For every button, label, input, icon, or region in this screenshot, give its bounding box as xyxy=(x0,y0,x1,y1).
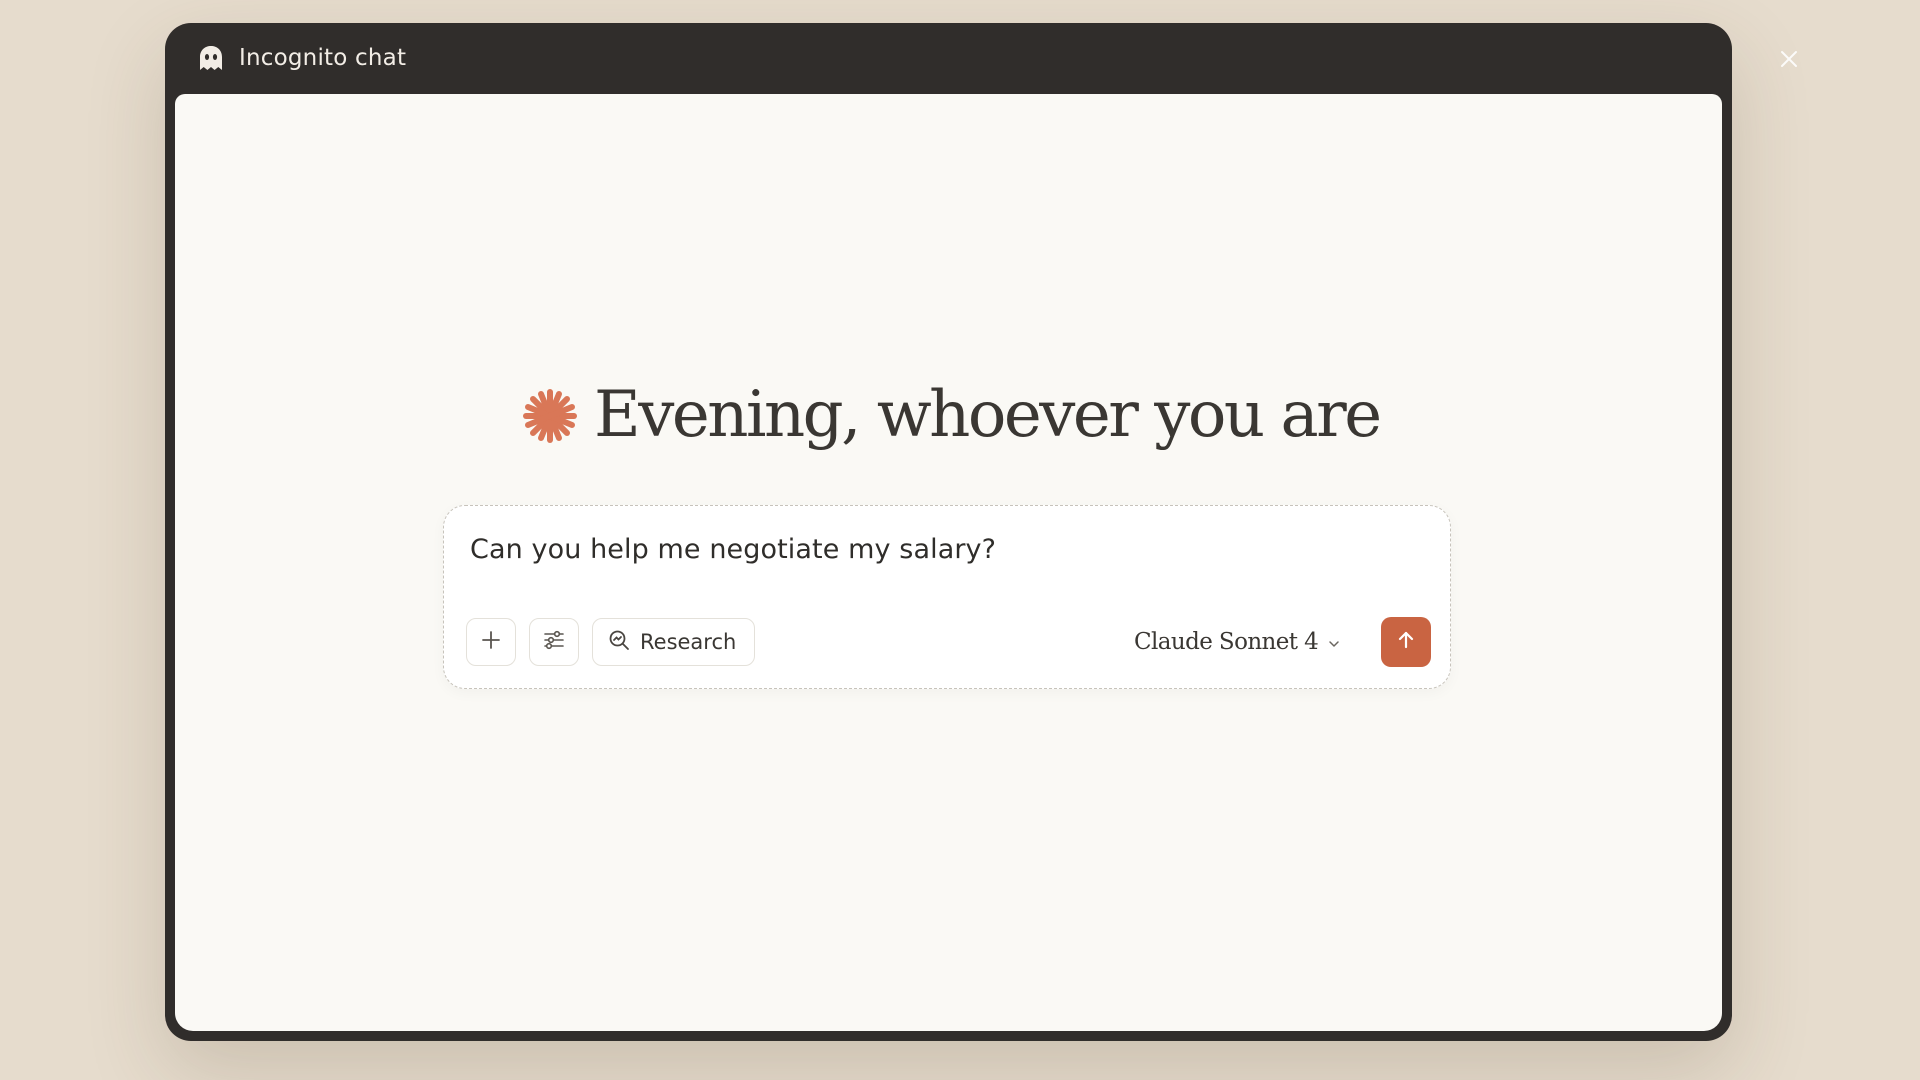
model-label: Claude Sonnet 4 xyxy=(1134,629,1319,655)
search-icon xyxy=(607,628,631,656)
add-button[interactable] xyxy=(466,618,516,666)
plus-icon xyxy=(480,629,502,655)
send-button[interactable] xyxy=(1381,617,1431,667)
message-input[interactable]: Can you help me negotiate my salary? xyxy=(470,534,996,565)
research-button[interactable]: Research xyxy=(592,618,755,666)
model-selector[interactable]: Claude Sonnet 4 xyxy=(1134,620,1341,664)
ghost-icon xyxy=(197,43,227,73)
window-titlebar: Incognito chat xyxy=(165,23,1732,93)
chevron-down-icon xyxy=(1327,636,1341,650)
sliders-icon xyxy=(542,628,566,656)
tools-button[interactable] xyxy=(529,618,579,666)
screen: Incognito chat Evening, whoever you are … xyxy=(0,0,1920,1080)
arrow-up-icon xyxy=(1395,629,1417,655)
greeting-text: Evening, whoever you are xyxy=(594,378,1382,452)
claude-spark-icon xyxy=(520,386,580,446)
window-title: Incognito chat xyxy=(239,45,407,71)
message-composer: Can you help me negotiate my salary? Res… xyxy=(443,505,1451,689)
close-icon[interactable] xyxy=(1778,48,1800,70)
research-label: Research xyxy=(640,630,737,654)
greeting: Evening, whoever you are xyxy=(520,374,1382,456)
